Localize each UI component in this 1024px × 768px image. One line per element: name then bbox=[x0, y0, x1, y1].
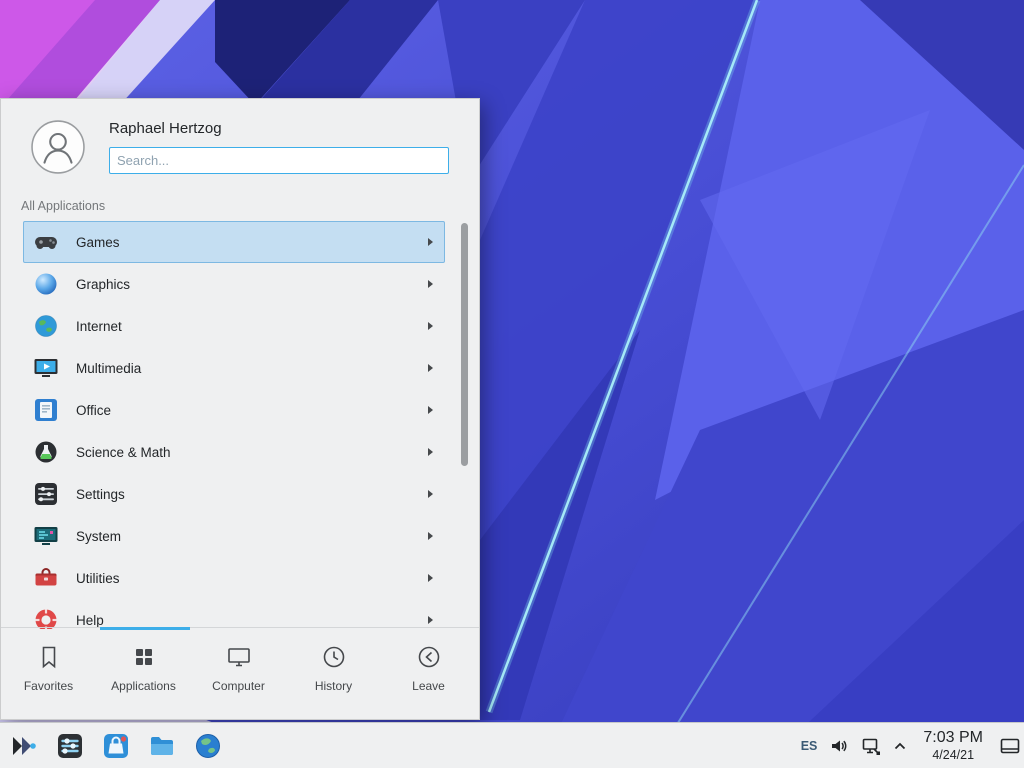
web-browser-taskbar-button[interactable] bbox=[194, 732, 222, 760]
volume-icon bbox=[830, 737, 848, 755]
category-science-math[interactable]: Science & Math bbox=[23, 431, 445, 473]
desktop: Raphael Hertzog All Applications Games bbox=[0, 0, 1024, 768]
user-name: Raphael Hertzog bbox=[109, 120, 222, 137]
category-label: Help bbox=[76, 613, 104, 628]
tab-leave[interactable]: Leave bbox=[381, 628, 476, 719]
clock-date: 4/24/21 bbox=[923, 748, 983, 763]
launcher-tab-bar: Favorites Applications Computer bbox=[1, 627, 479, 719]
application-category-list: Games Graphics bbox=[1, 221, 461, 629]
tab-label: Leave bbox=[412, 679, 445, 693]
show-desktop-icon bbox=[1000, 738, 1020, 754]
category-label: Utilities bbox=[76, 571, 120, 586]
gamepad-icon bbox=[33, 229, 59, 255]
bookmark-icon bbox=[36, 644, 62, 670]
graphics-orb-icon bbox=[33, 271, 59, 297]
category-label: Settings bbox=[76, 487, 125, 502]
history-clock-icon bbox=[321, 644, 347, 670]
category-help[interactable]: Help bbox=[23, 599, 445, 629]
user-avatar-icon bbox=[31, 120, 85, 174]
network-icon bbox=[861, 736, 881, 756]
apps-grid-icon bbox=[131, 644, 157, 670]
application-launcher-button[interactable] bbox=[8, 731, 38, 761]
category-label: Office bbox=[76, 403, 111, 418]
category-utilities[interactable]: Utilities bbox=[23, 557, 445, 599]
tab-favorites[interactable]: Favorites bbox=[1, 628, 96, 719]
discover-icon bbox=[102, 732, 130, 760]
taskbar-panel: ES 7:03 bbox=[0, 722, 1024, 768]
multimedia-monitor-icon bbox=[33, 355, 59, 381]
submenu-arrow-icon bbox=[428, 364, 433, 372]
file-manager-icon bbox=[148, 732, 176, 760]
category-settings[interactable]: Settings bbox=[23, 473, 445, 515]
category-label: Games bbox=[76, 235, 120, 250]
keyboard-layout-indicator[interactable]: ES bbox=[801, 739, 818, 753]
computer-monitor-icon bbox=[226, 644, 252, 670]
leave-icon bbox=[416, 644, 442, 670]
category-label: Graphics bbox=[76, 277, 130, 292]
digital-clock[interactable]: 7:03 PM 4/24/21 bbox=[919, 729, 987, 763]
category-label: Science & Math bbox=[76, 445, 171, 460]
category-label: System bbox=[76, 529, 121, 544]
category-internet[interactable]: Internet bbox=[23, 305, 445, 347]
help-lifering-icon bbox=[33, 607, 59, 629]
tab-label: Computer bbox=[212, 679, 265, 693]
category-multimedia[interactable]: Multimedia bbox=[23, 347, 445, 389]
submenu-arrow-icon bbox=[428, 280, 433, 288]
submenu-arrow-icon bbox=[428, 406, 433, 414]
category-label: Internet bbox=[76, 319, 122, 334]
submenu-arrow-icon bbox=[428, 238, 433, 246]
science-flask-icon bbox=[33, 439, 59, 465]
show-desktop-button[interactable] bbox=[1000, 738, 1020, 754]
submenu-arrow-icon bbox=[428, 532, 433, 540]
category-graphics[interactable]: Graphics bbox=[23, 263, 445, 305]
list-scrollbar-thumb[interactable] bbox=[461, 223, 468, 466]
section-label: All Applications bbox=[21, 199, 105, 213]
web-browser-icon bbox=[194, 732, 222, 760]
submenu-arrow-icon bbox=[428, 616, 433, 624]
user-avatar[interactable] bbox=[31, 120, 85, 174]
settings-sliders-icon bbox=[33, 481, 59, 507]
submenu-arrow-icon bbox=[428, 490, 433, 498]
file-manager-taskbar-button[interactable] bbox=[148, 732, 176, 760]
list-scrollbar bbox=[461, 223, 468, 627]
active-tab-indicator bbox=[100, 627, 190, 630]
expand-caret-icon bbox=[894, 742, 906, 750]
tab-label: Favorites bbox=[24, 679, 73, 693]
system-monitor-icon bbox=[33, 523, 59, 549]
clock-time: 7:03 PM bbox=[923, 729, 983, 748]
tab-history[interactable]: History bbox=[286, 628, 381, 719]
category-label: Multimedia bbox=[76, 361, 141, 376]
tab-label: Applications bbox=[111, 679, 176, 693]
category-games[interactable]: Games bbox=[23, 221, 445, 263]
network-tray-button[interactable] bbox=[861, 736, 881, 756]
application-launcher-menu: Raphael Hertzog All Applications Games bbox=[0, 98, 480, 720]
system-tray: ES 7:03 bbox=[801, 723, 1020, 768]
volume-tray-button[interactable] bbox=[830, 737, 848, 755]
discover-taskbar-button[interactable] bbox=[102, 732, 130, 760]
tab-computer[interactable]: Computer bbox=[191, 628, 286, 719]
system-settings-icon bbox=[56, 732, 84, 760]
utilities-toolbox-icon bbox=[33, 565, 59, 591]
category-system[interactable]: System bbox=[23, 515, 445, 557]
taskbar-left bbox=[8, 723, 222, 768]
submenu-arrow-icon bbox=[428, 322, 433, 330]
office-document-icon bbox=[33, 397, 59, 423]
kde-launcher-icon bbox=[8, 731, 38, 761]
submenu-arrow-icon bbox=[428, 448, 433, 456]
tab-applications[interactable]: Applications bbox=[96, 628, 191, 719]
submenu-arrow-icon bbox=[428, 574, 433, 582]
category-office[interactable]: Office bbox=[23, 389, 445, 431]
tab-label: History bbox=[315, 679, 352, 693]
search-input[interactable] bbox=[109, 147, 449, 174]
tray-expander-button[interactable] bbox=[894, 742, 906, 750]
globe-icon bbox=[33, 313, 59, 339]
system-settings-taskbar-button[interactable] bbox=[56, 732, 84, 760]
